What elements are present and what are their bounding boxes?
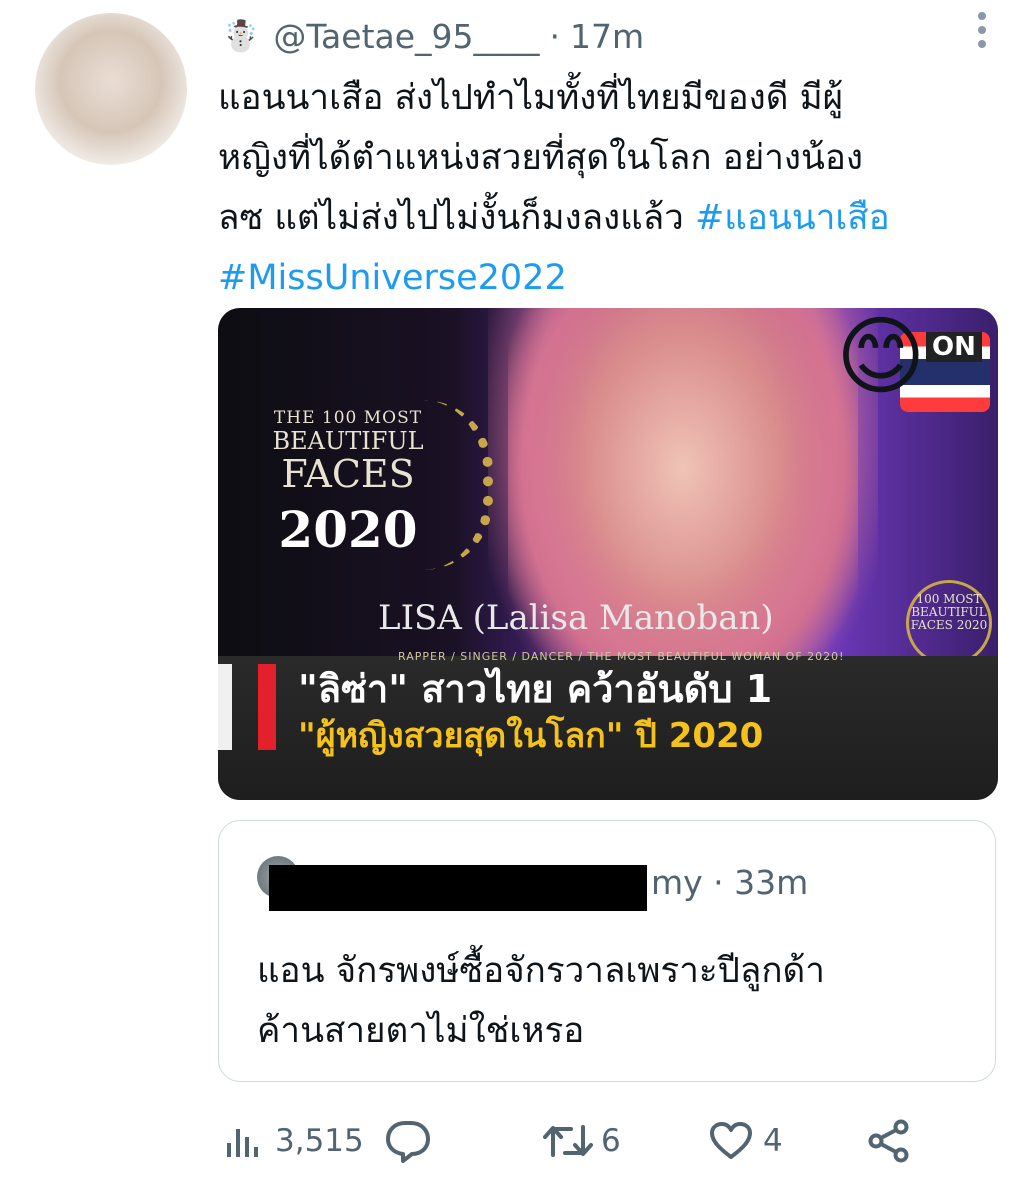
quoted-text-line: แอน จักรพงษ์ซื้อจักรวาลเพราะปีลูกด้า (257, 951, 825, 991)
action-bar: 3,515 6 4 (225, 1114, 925, 1168)
share-icon (867, 1119, 911, 1163)
author-handle[interactable]: @Taetae_95____ (273, 17, 539, 56)
name-caption: LISA (Lalisa Manoban) (378, 598, 774, 638)
badge-line: FACES (281, 452, 415, 496)
tweet-media-image[interactable]: THE 100 MOST BEAUTIFUL FACES 2020 ON 😊 L… (218, 308, 998, 800)
quoted-text-line: ค้านสายตาไม่ใช่เหรอ (257, 1011, 585, 1051)
tweet-text: แอนนาเสือ ส่งไปทำไมทั้งที่ไทยมีของดี มีผ… (218, 68, 1008, 308)
tweet-time[interactable]: 17m (570, 17, 644, 56)
badge-line: BEAUTIFUL (272, 427, 424, 455)
headline-line-2: "ผู้หญิงสวยสุดในโลก" ปี 2020 (298, 716, 764, 756)
tweet-header: ☃️ @Taetae_95____ · 17m (222, 12, 644, 60)
quoted-meta: my · 33m (651, 863, 809, 902)
hashtag-link[interactable]: #MissUniverse2022 (218, 258, 567, 298)
like-count: 4 (763, 1123, 783, 1159)
hashtag-link[interactable]: #แอนนาเสือ (695, 198, 890, 238)
quoted-text: แอน จักรพงษ์ซื้อจักรวาลเพราะปีลูกด้า ค้า… (257, 941, 977, 1061)
redacted-name (269, 865, 647, 911)
more-options-icon[interactable] (976, 12, 988, 48)
top-100-badge: THE 100 MOST BEAUTIFUL FACES 2020 (258, 408, 438, 559)
views-button[interactable]: 3,515 (225, 1114, 364, 1168)
red-accent-bar (258, 664, 276, 750)
retweet-button[interactable]: 6 (543, 1114, 621, 1168)
share-button[interactable] (867, 1114, 911, 1168)
tweet-text-line: #MissUniverse2022 (218, 248, 1008, 308)
laurel-icon (423, 400, 493, 570)
badge-year: 2020 (278, 500, 418, 559)
tweet-text-line: ลซ แต่ไม่ส่งไปไม่งั้นก็มงลงแล้ว #แอนนาเส… (218, 188, 1008, 248)
views-icon (225, 1121, 261, 1161)
tweet-text-line: แอนนาเสือ ส่งไปทำไมทั้งที่ไทยมีของดี มีผ… (218, 78, 844, 118)
like-button[interactable]: 4 (709, 1114, 783, 1168)
quoted-tweet[interactable]: my · 33m แอน จักรพงษ์ซื้อจักรวาลเพราะปีล… (218, 820, 996, 1082)
tweet-text-segment: ลซ แต่ไม่ส่งไปไม่งั้นก็มงลงแล้ว (218, 198, 695, 238)
separator-dot: · (549, 16, 561, 56)
author-avatar[interactable] (35, 13, 187, 165)
tweet-text-line: หญิงที่ได้ตำแหน่งสวยที่สุดในโลก อย่างน้อ… (218, 138, 863, 178)
retweet-count: 6 (601, 1123, 621, 1159)
smiling-emoji: 😊 (836, 308, 926, 407)
badge-line: THE 100 MOST (273, 408, 423, 428)
retweet-icon (543, 1121, 593, 1161)
reply-icon (385, 1119, 431, 1163)
channel-logo: ON (926, 332, 982, 362)
reply-button[interactable] (385, 1114, 431, 1168)
views-count: 3,515 (275, 1123, 364, 1159)
heart-icon (709, 1121, 753, 1161)
white-accent-bar (218, 664, 232, 750)
mini-badge: 100 MOST BEAUTIFUL FACES 2020 (906, 580, 992, 666)
snowman-emoji: ☃️ (222, 18, 260, 54)
